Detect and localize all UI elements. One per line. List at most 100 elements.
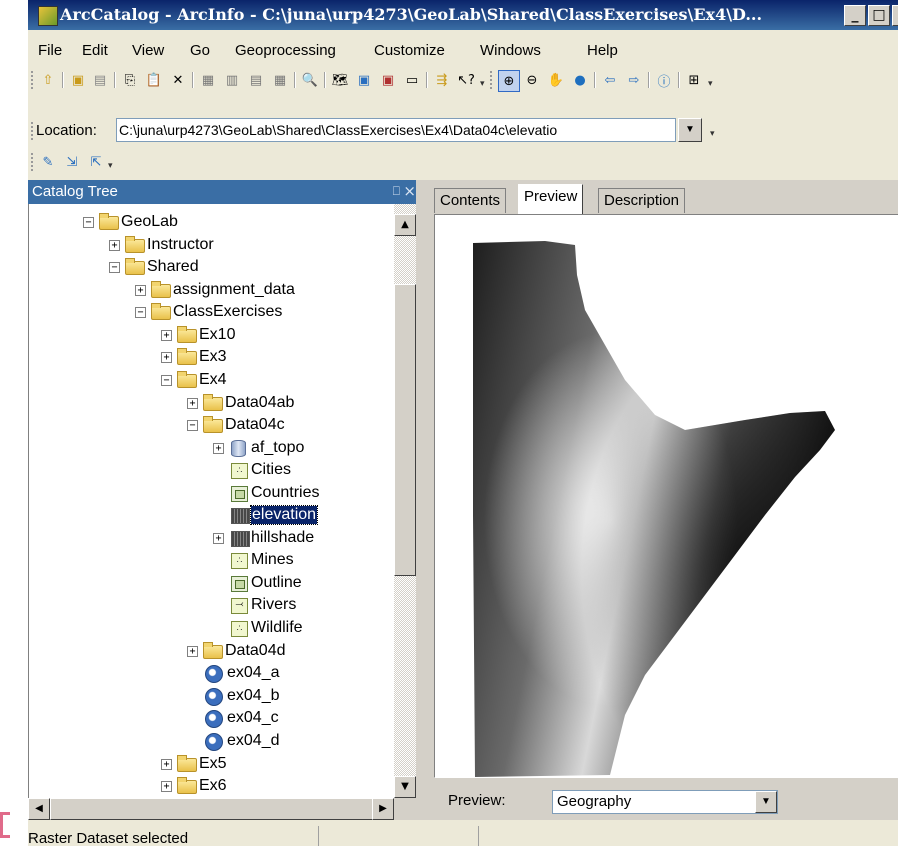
tree-horizontal-scrollbar[interactable]: ◀ ▶ (28, 798, 394, 820)
list-icon[interactable]: ▥ (222, 70, 242, 90)
raster-preview[interactable] (434, 214, 898, 778)
point-shapefile-icon: ∴ (231, 621, 248, 637)
toolbar-more-icon[interactable]: ▾ (708, 78, 715, 88)
menu-geoprocessing[interactable]: Geoprocessing (235, 42, 336, 59)
menu-windows[interactable]: Windows (480, 42, 541, 59)
disconnect-folder-icon[interactable]: ▤ (90, 70, 110, 90)
expand-icon[interactable]: + (135, 285, 146, 296)
chevron-down-icon[interactable]: ▼ (678, 118, 702, 142)
import-metadata-icon[interactable]: ⇲ (62, 152, 82, 172)
expand-icon[interactable]: + (187, 398, 198, 409)
tree-item-label: ex04_c (227, 709, 279, 726)
edit-metadata-icon[interactable]: ✎ (38, 152, 58, 172)
tree-item-label: Ex4 (199, 371, 227, 388)
title-bar: ArcCatalog - ArcInfo - C:\juna\urp4273\G… (28, 0, 898, 30)
close-icon[interactable]: × (403, 182, 416, 200)
folder-icon (125, 258, 145, 275)
maximize-button[interactable]: □ (868, 5, 890, 26)
tree-item-label: Ex6 (199, 777, 227, 794)
toolbar-more-icon[interactable]: ▾ (108, 160, 115, 170)
zoom-out-icon[interactable]: ⊖ (522, 70, 542, 90)
toolbar-separator (114, 72, 116, 88)
scroll-left-icon[interactable]: ◀ (28, 798, 50, 820)
chevron-down-icon[interactable]: ▼ (755, 791, 777, 813)
vertical-scroll-thumb[interactable] (394, 284, 416, 576)
expand-icon[interactable]: + (213, 533, 224, 544)
tree-item-label: Countries (251, 484, 320, 501)
scroll-right-icon[interactable]: ▶ (372, 798, 394, 820)
connect-to-folder-icon[interactable]: ▣ (68, 70, 88, 90)
search-icon[interactable]: 🔍 (300, 70, 320, 90)
back-icon[interactable]: ⇦ (600, 70, 620, 90)
catalog-tree[interactable]: − GeoLab + Instructor − Shared + assignm… (28, 204, 395, 798)
model-builder-icon[interactable]: ⇶ (432, 70, 452, 90)
expand-icon[interactable]: + (109, 240, 120, 251)
python-window-icon[interactable]: ▭ (402, 70, 422, 90)
folder-icon (125, 236, 145, 253)
arctoolbox-icon[interactable]: ▣ (378, 70, 398, 90)
scroll-up-icon[interactable]: ▲ (394, 214, 416, 236)
toolbar-grip[interactable] (490, 71, 495, 89)
details-icon[interactable]: ▤ (246, 70, 266, 90)
large-icons-icon[interactable]: ▦ (198, 70, 218, 90)
collapse-icon[interactable]: − (187, 420, 198, 431)
expand-icon[interactable]: + (161, 781, 172, 792)
collapse-icon[interactable]: − (135, 307, 146, 318)
expand-icon[interactable]: + (187, 646, 198, 657)
expand-icon[interactable]: + (213, 443, 224, 454)
toolbar-more-icon[interactable]: ▾ (480, 78, 487, 88)
toolbar-grip[interactable] (31, 71, 36, 89)
collapse-icon[interactable]: − (161, 375, 172, 386)
status-panel (318, 826, 479, 846)
catalog-window-icon[interactable]: ▣ (354, 70, 374, 90)
whats-this-icon[interactable]: ↖? (456, 70, 476, 90)
menu-go[interactable]: Go (190, 42, 210, 59)
menu-view[interactable]: View (132, 42, 164, 59)
full-extent-icon[interactable]: ● (570, 70, 590, 90)
create-thumbnail-icon[interactable]: ⊞ (684, 70, 704, 90)
pan-icon[interactable]: ✋ (546, 70, 566, 90)
tree-item-label: Ex3 (199, 348, 227, 365)
horizontal-scroll-thumb[interactable] (50, 798, 374, 820)
menu-customize[interactable]: Customize (374, 42, 445, 59)
menu-file[interactable]: File (38, 42, 62, 59)
preview-label: Preview: (448, 792, 506, 809)
forward-icon[interactable]: ⇨ (624, 70, 644, 90)
window-title: ArcCatalog - ArcInfo - C:\juna\urp4273\G… (60, 5, 763, 24)
location-input[interactable]: C:\juna\urp4273\GeoLab\Shared\ClassExerc… (116, 118, 676, 142)
tab-preview[interactable]: Preview (518, 184, 584, 215)
thumbnails-icon[interactable]: ▦ (270, 70, 290, 90)
tree-vertical-scrollbar[interactable]: ▲ ▼ (394, 204, 416, 798)
pane-splitter[interactable] (416, 180, 428, 820)
expand-icon[interactable]: + (161, 352, 172, 363)
tab-description[interactable]: Description (598, 188, 686, 213)
scroll-down-icon[interactable]: ▼ (394, 776, 416, 798)
identify-icon[interactable]: ⓘ (654, 70, 674, 90)
close-button[interactable]: X (892, 5, 898, 26)
tab-contents[interactable]: Contents (434, 188, 507, 213)
pin-icon[interactable]: ⎕ (393, 184, 400, 199)
tree-item-label: Wildlife (251, 619, 303, 636)
folder-icon (177, 348, 197, 365)
menu-edit[interactable]: Edit (82, 42, 108, 59)
tree-item-label: ex04_d (227, 732, 280, 749)
delete-icon[interactable]: ✕ (168, 70, 188, 90)
up-one-level-icon[interactable]: ⇧ (38, 70, 58, 90)
minimize-button[interactable]: _ (844, 5, 866, 26)
tree-item-label: Data04c (225, 416, 285, 433)
toolbar-more-icon[interactable]: ▾ (710, 128, 717, 138)
folder-icon (177, 371, 197, 388)
preview-mode-select[interactable]: Geography ▼ (552, 790, 778, 814)
expand-icon[interactable]: + (161, 330, 172, 341)
menu-help[interactable]: Help (587, 42, 618, 59)
expand-icon[interactable]: + (161, 759, 172, 770)
zoom-in-icon[interactable]: ⊕ (498, 70, 520, 92)
collapse-icon[interactable]: − (83, 217, 94, 228)
launch-arcmap-icon[interactable]: 🗺 (330, 70, 350, 90)
export-metadata-icon[interactable]: ⇱ (86, 152, 106, 172)
collapse-icon[interactable]: − (109, 262, 120, 273)
paste-icon[interactable]: 📋 (144, 70, 164, 90)
copy-icon[interactable]: ⎘ (120, 70, 140, 90)
folder-icon (177, 777, 197, 794)
toolbar-grip[interactable] (31, 153, 36, 171)
